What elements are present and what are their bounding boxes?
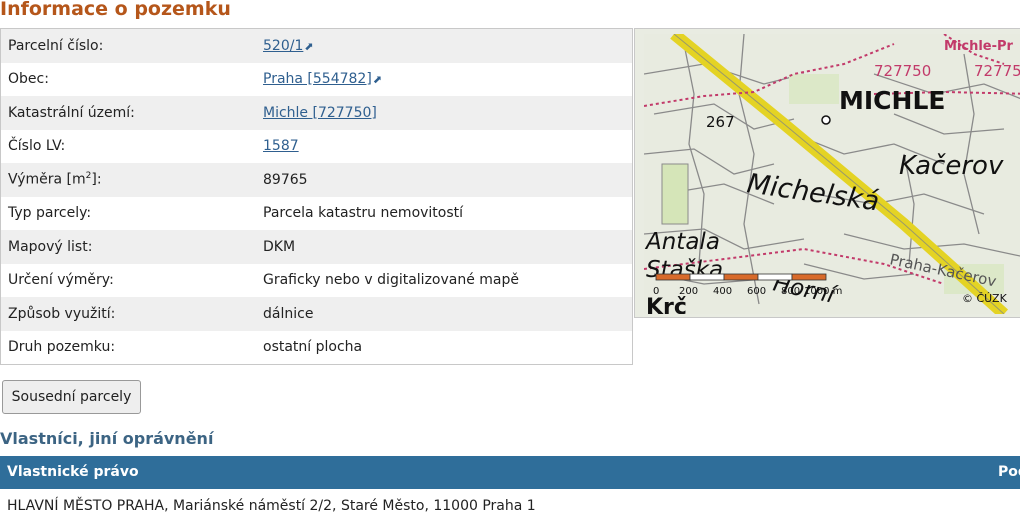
map-label-michle-praha: Michle-Pr <box>944 39 1014 54</box>
map-label-kacerov: Kačerov <box>899 151 1004 181</box>
row-label-lv-number: Číslo LV: <box>0 129 256 163</box>
parcel-type-value: Parcela katastru nemovitostí <box>256 196 633 230</box>
svg-text:400: 400 <box>713 286 732 297</box>
owners-col-ownership: Vlastnické právo <box>7 464 139 480</box>
owners-table-header: Vlastnické právo Pod <box>0 456 1020 489</box>
row-label-land-use: Způsob využití: <box>0 297 256 331</box>
lv-number-link[interactable]: 1587 <box>263 138 299 154</box>
table-row: Číslo LV: 1587 <box>0 129 633 163</box>
table-row: Výměra [m2]: 89765 <box>0 163 633 197</box>
svg-text:1000 m: 1000 m <box>804 286 842 297</box>
map-copyright: © ČÚZK <box>962 292 1008 305</box>
table-row: Způsob využití: dálnice <box>0 297 633 331</box>
table-row: Mapový list: DKM <box>0 230 633 264</box>
map-label-height: 267 <box>706 113 735 131</box>
area-value: 89765 <box>256 163 633 197</box>
area-determination-value: Graficky nebo v digitalizované mapě <box>256 263 633 297</box>
svg-text:0: 0 <box>653 286 659 297</box>
external-link-icon[interactable]: ⬈ <box>373 73 382 86</box>
svg-text:600: 600 <box>747 286 766 297</box>
table-row: Katastrální území: Michle [727750] <box>0 96 633 130</box>
parcel-info-table: Parcelní číslo: 520/1⬈ Obec: Praha [5547… <box>0 28 633 365</box>
row-label-parcel-type: Typ parcely: <box>0 196 256 230</box>
owners-col-share: Pod <box>998 464 1020 480</box>
land-use-value: dálnice <box>256 297 633 331</box>
row-label-land-type: Druh pozemku: <box>0 330 256 365</box>
external-link-icon[interactable]: ⬈ <box>304 40 313 53</box>
map-scale-bar: 0 200 400 600 800 1000 m <box>653 273 842 297</box>
row-label-municipality: Obec: <box>0 62 256 96</box>
table-row: Určení výměry: Graficky nebo v digitaliz… <box>0 263 633 297</box>
map-sheet-value: DKM <box>256 230 633 264</box>
map-graphic: MICHLE Michle-Pr 727750 72775 267 Michel… <box>644 34 1020 314</box>
neighbor-parcels-button[interactable]: Sousední parcely <box>2 380 141 414</box>
svg-text:200: 200 <box>679 286 698 297</box>
map-label-code1: 727750 <box>874 62 931 80</box>
map-label-code2: 72775 <box>974 62 1020 80</box>
owners-section-title: Vlastníci, jiní oprávnění <box>0 429 214 448</box>
location-map[interactable]: MICHLE Michle-Pr 727750 72775 267 Michel… <box>634 28 1020 318</box>
page-title: Informace o pozemku <box>0 0 231 20</box>
table-row: HLAVNÍ MĚSTO PRAHA, Mariánské náměstí 2/… <box>7 498 536 514</box>
row-label-area: Výměra [m2]: <box>0 163 256 197</box>
map-label-krc: Krč <box>646 295 687 314</box>
row-label-parcel-number: Parcelní číslo: <box>0 28 256 63</box>
land-type-value: ostatní plocha <box>256 330 633 365</box>
table-row: Obec: Praha [554782]⬈ <box>0 62 633 96</box>
parcel-number-link[interactable]: 520/1 <box>263 38 303 54</box>
map-label-antala: Antala <box>644 229 720 255</box>
table-row: Typ parcely: Parcela katastru nemovitost… <box>0 196 633 230</box>
row-label-area-determination: Určení výměry: <box>0 263 256 297</box>
table-row: Druh pozemku: ostatní plocha <box>0 330 633 365</box>
map-label-michle: MICHLE <box>839 86 945 115</box>
municipality-link[interactable]: Praha [554782] <box>263 71 372 87</box>
cadastral-area-link[interactable]: Michle [727750] <box>263 105 377 121</box>
row-label-map-sheet: Mapový list: <box>0 230 256 264</box>
row-label-cadastral-area: Katastrální území: <box>0 96 256 130</box>
svg-text:800: 800 <box>781 286 800 297</box>
table-row: Parcelní číslo: 520/1⬈ <box>0 28 633 63</box>
owners-table: Vlastnické právo Pod HLAVNÍ MĚSTO PRAHA,… <box>0 456 1020 523</box>
